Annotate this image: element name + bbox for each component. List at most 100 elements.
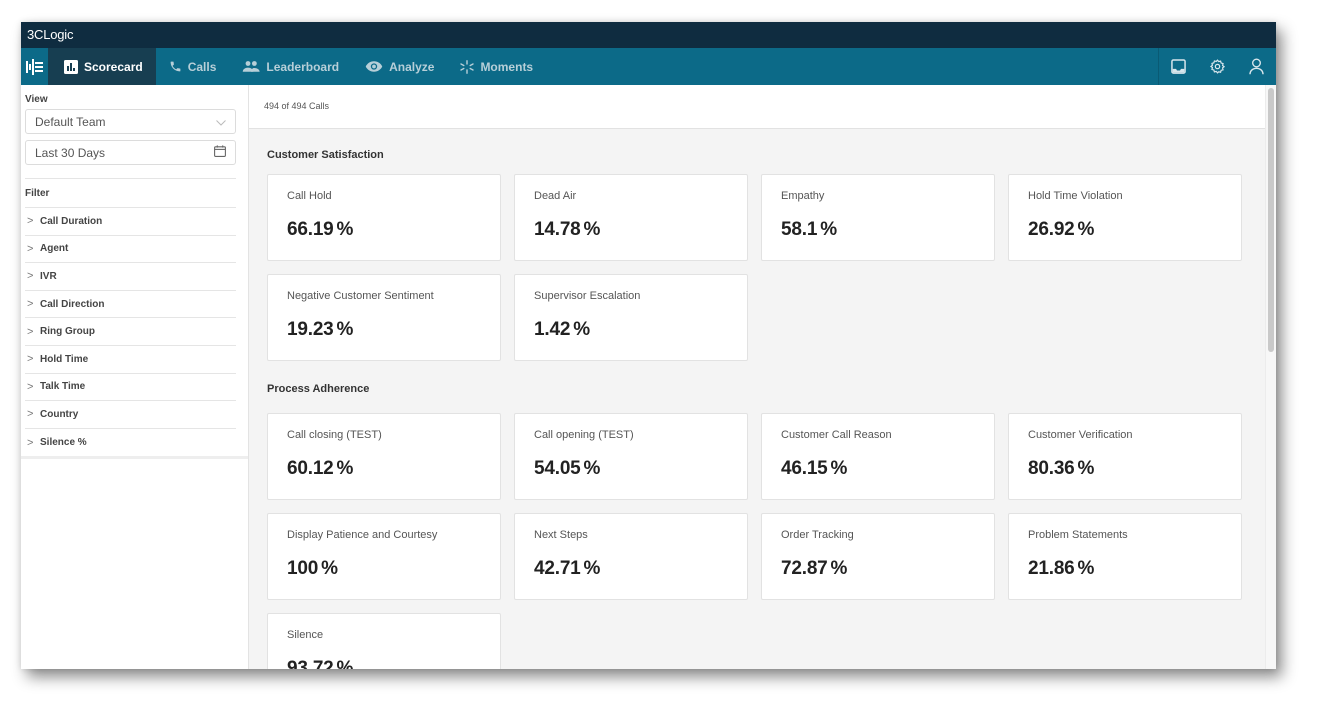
metric-card-customer-verification[interactable]: Customer Verification 80.36% bbox=[1008, 413, 1242, 500]
metric-value: 26.92% bbox=[1028, 219, 1095, 240]
nav-tab-label: Calls bbox=[187, 59, 217, 74]
metric-card-display-patience-courtesy[interactable]: Display Patience and Courtesy 100% bbox=[267, 513, 501, 600]
inbox-icon[interactable] bbox=[1159, 48, 1198, 85]
metric-label: Call Hold bbox=[287, 190, 332, 202]
metric-card-call-opening[interactable]: Call opening (TEST) 54.05% bbox=[514, 413, 748, 500]
filter-hold-time[interactable]: > Hold Time bbox=[25, 346, 236, 374]
nav-actions bbox=[1158, 48, 1276, 85]
filter-label-text: Hold Time bbox=[40, 353, 89, 365]
metric-value: 42.71% bbox=[534, 558, 601, 579]
filter-label-text: IVR bbox=[40, 270, 57, 282]
filter-country[interactable]: > Country bbox=[25, 401, 236, 429]
metric-label: Call closing (TEST) bbox=[287, 429, 382, 441]
chevron-right-icon: > bbox=[27, 353, 34, 366]
gear-icon[interactable] bbox=[1198, 48, 1237, 85]
metric-card-problem-statements[interactable]: Problem Statements 21.86% bbox=[1008, 513, 1242, 600]
metric-card-negative-customer-sentiment[interactable]: Negative Customer Sentiment 19.23% bbox=[267, 274, 501, 361]
metric-label: Order Tracking bbox=[781, 529, 854, 541]
chevron-down-icon bbox=[216, 115, 226, 129]
metric-card-dead-air[interactable]: Dead Air 14.78% bbox=[514, 174, 748, 261]
metric-card-call-closing[interactable]: Call closing (TEST) 60.12% bbox=[267, 413, 501, 500]
metric-card-supervisor-escalation[interactable]: Supervisor Escalation 1.42% bbox=[514, 274, 748, 361]
filter-agent[interactable]: > Agent bbox=[25, 236, 236, 264]
nav-tab-leaderboard[interactable]: Leaderboard bbox=[229, 48, 352, 85]
filter-list: > Call Duration > Agent > IVR > Call Directi… bbox=[25, 207, 236, 456]
main-content: 494 of 494 Calls Customer Satisfaction C… bbox=[249, 85, 1276, 669]
metric-card-order-tracking[interactable]: Order Tracking 72.87% bbox=[761, 513, 995, 600]
metric-label: Dead Air bbox=[534, 190, 577, 202]
chevron-right-icon: > bbox=[27, 325, 34, 338]
scrollbar[interactable] bbox=[1265, 85, 1276, 669]
sidebar: View Default Team Last 30 Days Filter > … bbox=[21, 85, 249, 669]
logo-icon[interactable] bbox=[21, 48, 48, 85]
metric-value: 93.72% bbox=[287, 658, 354, 669]
metric-label: Customer Verification bbox=[1028, 429, 1133, 441]
metric-value: 54.05% bbox=[534, 458, 601, 479]
body-area: View Default Team Last 30 Days Filter > … bbox=[21, 85, 1276, 669]
chevron-right-icon: > bbox=[27, 270, 34, 283]
date-range-value: Last 30 Days bbox=[35, 145, 106, 160]
filter-label-text: Silence % bbox=[40, 437, 87, 449]
nav-tab-analyze[interactable]: Analyze bbox=[352, 48, 447, 85]
filter-ivr[interactable]: > IVR bbox=[25, 263, 236, 291]
filter-talk-time[interactable]: > Talk Time bbox=[25, 374, 236, 402]
metric-label: Display Patience and Courtesy bbox=[287, 529, 438, 541]
nav-tab-label: Moments bbox=[480, 59, 534, 74]
metric-card-hold-time-violation[interactable]: Hold Time Violation 26.92% bbox=[1008, 174, 1242, 261]
scrollbar-thumb[interactable] bbox=[1268, 88, 1274, 352]
filter-label-text: Call Direction bbox=[40, 298, 105, 310]
app-window: 3CLogic Scorecard Calls Leaderboard Anal… bbox=[21, 22, 1276, 669]
nav-tab-moments[interactable]: Moments bbox=[447, 48, 546, 85]
people-icon bbox=[242, 60, 261, 73]
metric-value: 14.78% bbox=[534, 219, 601, 240]
nav-tab-label: Analyze bbox=[389, 59, 435, 74]
calendar-icon bbox=[214, 145, 226, 160]
customer-satisfaction-grid: Call Hold 66.19% Dead Air 14.78% Empathy 58… bbox=[267, 174, 1276, 361]
phone-icon bbox=[169, 60, 182, 73]
chevron-right-icon: > bbox=[27, 215, 34, 228]
team-select-value: Default Team bbox=[35, 114, 106, 129]
filter-call-duration[interactable]: > Call Duration bbox=[25, 208, 236, 236]
metric-card-customer-call-reason[interactable]: Customer Call Reason 46.15% bbox=[761, 413, 995, 500]
metric-card-empathy[interactable]: Empathy 58.1% bbox=[761, 174, 995, 261]
filter-label-text: Agent bbox=[40, 243, 69, 255]
metric-value: 46.15% bbox=[781, 458, 848, 479]
chevron-right-icon: > bbox=[27, 380, 34, 393]
metric-card-call-hold[interactable]: Call Hold 66.19% bbox=[267, 174, 501, 261]
filter-label-text: Talk Time bbox=[40, 381, 86, 393]
section-title-customer-satisfaction: Customer Satisfaction bbox=[267, 149, 384, 161]
app-title: 3CLogic bbox=[27, 27, 74, 42]
date-range-picker[interactable]: Last 30 Days bbox=[25, 140, 236, 165]
team-select[interactable]: Default Team bbox=[25, 109, 236, 134]
metric-label: Call opening (TEST) bbox=[534, 429, 634, 441]
chevron-right-icon: > bbox=[27, 408, 34, 421]
metric-card-silence[interactable]: Silence 93.72% bbox=[267, 613, 501, 669]
nav-tab-label: Leaderboard bbox=[266, 59, 340, 74]
eye-icon bbox=[365, 60, 383, 73]
nav-tab-label: Scorecard bbox=[84, 59, 143, 74]
metric-label: Negative Customer Sentiment bbox=[287, 290, 434, 302]
calls-count-bar: 494 of 494 Calls bbox=[249, 85, 1265, 129]
filter-label-text: Ring Group bbox=[40, 326, 95, 338]
filter-label-text: Call Duration bbox=[40, 215, 103, 227]
metric-label: Hold Time Violation bbox=[1028, 190, 1123, 202]
sidebar-divider bbox=[21, 456, 248, 460]
metric-card-next-steps[interactable]: Next Steps 42.71% bbox=[514, 513, 748, 600]
filter-silence[interactable]: > Silence % bbox=[25, 429, 236, 457]
filter-call-direction[interactable]: > Call Direction bbox=[25, 291, 236, 319]
metric-label: Silence bbox=[287, 629, 324, 641]
filter-label: Filter bbox=[25, 188, 50, 199]
filter-label-text: Country bbox=[40, 408, 79, 420]
user-icon[interactable] bbox=[1237, 48, 1276, 85]
nav-tab-calls[interactable]: Calls bbox=[156, 48, 230, 85]
view-label: View bbox=[25, 94, 48, 105]
sparkle-icon bbox=[460, 59, 475, 74]
metric-label: Supervisor Escalation bbox=[534, 290, 641, 302]
process-adherence-grid: Call closing (TEST) 60.12% Call opening (… bbox=[267, 413, 1276, 669]
filter-ring-group[interactable]: > Ring Group bbox=[25, 318, 236, 346]
bar-chart-icon bbox=[64, 59, 78, 74]
metric-value: 1.42% bbox=[534, 319, 590, 340]
nav-tab-scorecard[interactable]: Scorecard bbox=[48, 48, 156, 85]
metric-value: 60.12% bbox=[287, 458, 354, 479]
top-nav: Scorecard Calls Leaderboard Analyze Mome bbox=[21, 48, 1276, 85]
